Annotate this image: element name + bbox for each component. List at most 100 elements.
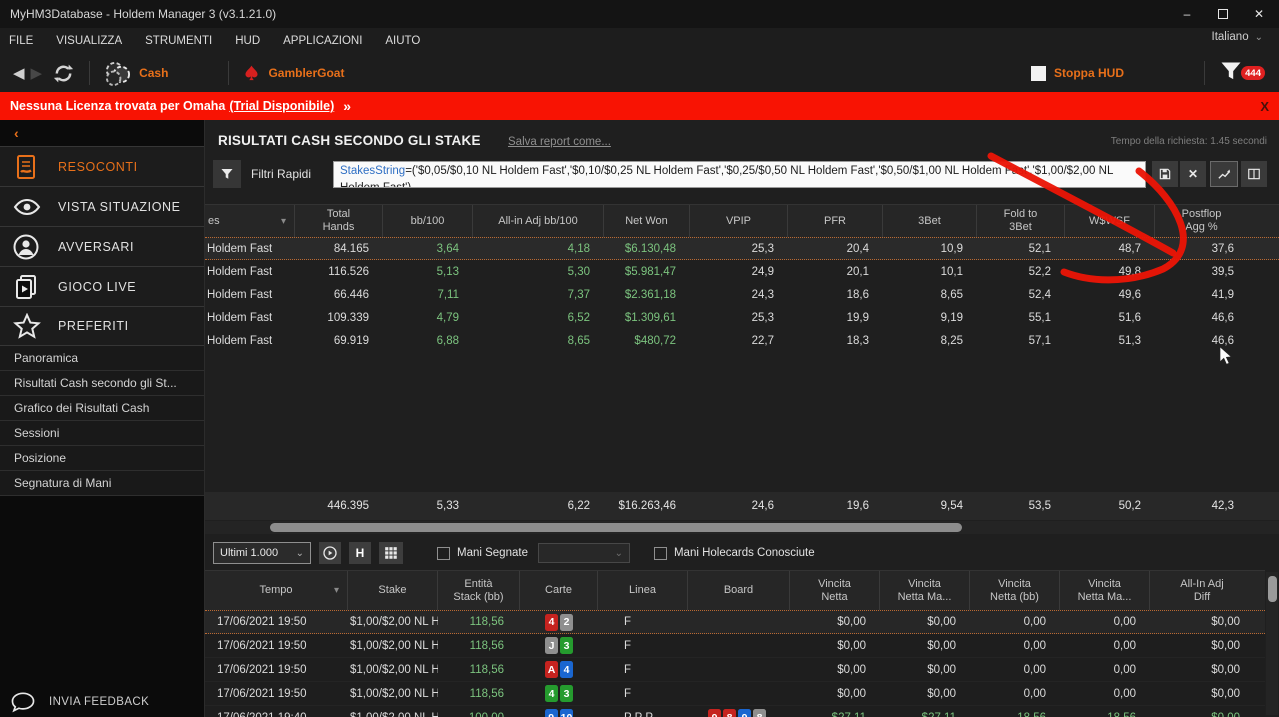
table-row[interactable]: 17/06/2021 19:40$1,00/$2,00 NL H100,0091… bbox=[205, 706, 1265, 717]
marked-hands-checkbox[interactable] bbox=[437, 547, 450, 560]
known-holecards-checkbox[interactable] bbox=[654, 547, 667, 560]
send-feedback-button[interactable]: INVIA FEEDBACK bbox=[0, 686, 204, 717]
stop-hud-button[interactable]: Stoppa HUD bbox=[1031, 66, 1124, 81]
column-header[interactable]: es▾ bbox=[205, 205, 295, 237]
player-selector[interactable]: GamblerGoat bbox=[243, 64, 344, 82]
column-header[interactable]: All-in Adj bb/100 bbox=[473, 205, 604, 237]
summary-cell: 6,22 bbox=[473, 500, 604, 512]
forward-button[interactable]: ▶ bbox=[31, 64, 43, 82]
column-header[interactable]: Vincita Netta Ma... bbox=[1060, 571, 1150, 610]
menu-hud[interactable]: HUD bbox=[235, 35, 260, 47]
session-type-button[interactable]: Cash bbox=[104, 60, 168, 87]
column-header[interactable]: Total Hands bbox=[295, 205, 383, 237]
column-header[interactable]: bb/100 bbox=[383, 205, 473, 237]
column-header[interactable]: Carte bbox=[520, 571, 598, 610]
line-cell: F bbox=[598, 616, 688, 628]
column-header[interactable]: Vincita Netta (bb) bbox=[970, 571, 1060, 610]
column-header[interactable]: All-In Adj Diff bbox=[1150, 571, 1254, 610]
column-header[interactable]: Vincita Netta bbox=[790, 571, 880, 610]
banner-close-button[interactable]: X bbox=[1260, 99, 1269, 114]
column-header[interactable]: Vincita Netta Ma... bbox=[880, 571, 970, 610]
quick-filters-button[interactable] bbox=[213, 160, 241, 188]
language-selector[interactable]: Italiano ⌄ bbox=[1212, 31, 1263, 43]
sidebar-item-preferiti[interactable]: PREFERITI bbox=[0, 306, 204, 346]
sidebar-item-avversari[interactable]: AVVERSARI bbox=[0, 226, 204, 266]
money-cell: 18,56 bbox=[1060, 712, 1150, 717]
report-item-segnatura-di-mani[interactable]: Segnatura di Mani bbox=[0, 471, 204, 496]
money-cell: $0,00 bbox=[880, 616, 970, 628]
playing-card: 3 bbox=[560, 685, 573, 702]
scrollbar-thumb[interactable] bbox=[270, 523, 962, 532]
active-filters-button[interactable]: 444 bbox=[1219, 59, 1265, 87]
table-row[interactable]: Holdem Fast66.4467,117,37$2.361,1824,318… bbox=[205, 283, 1279, 306]
replay-button[interactable] bbox=[319, 542, 341, 564]
hands-table-body: 17/06/2021 19:50$1,00/$2,00 NL H118,5642… bbox=[205, 610, 1265, 717]
column-header[interactable]: PFR bbox=[788, 205, 883, 237]
stat-cell: 18,3 bbox=[788, 335, 883, 347]
stack-cell: 100,00 bbox=[438, 712, 520, 717]
toolbar-separator bbox=[1204, 61, 1205, 85]
back-button[interactable]: ◀ bbox=[13, 64, 25, 82]
report-item-sessioni[interactable]: Sessioni bbox=[0, 421, 204, 446]
stakes-filter-input[interactable]: StakesString=('$0,05/$0,10 NL Holdem Fas… bbox=[333, 161, 1146, 188]
marked-hands-select[interactable]: ⌄ bbox=[538, 543, 630, 563]
sidebar-item-resoconti[interactable]: RESOCONTI bbox=[0, 146, 204, 186]
column-header[interactable]: VPIP bbox=[690, 205, 788, 237]
hud-toggle-button[interactable]: H bbox=[349, 542, 371, 564]
trial-link[interactable]: (Trial Disponibile) bbox=[229, 99, 334, 113]
stat-cell: 84.165 bbox=[295, 243, 383, 255]
playing-card: 8 bbox=[753, 709, 766, 717]
scrollbar-thumb[interactable] bbox=[1268, 576, 1277, 602]
column-header[interactable]: Stake bbox=[348, 571, 438, 610]
table-row[interactable]: Holdem Fast116.5265,135,30$5.981,4724,92… bbox=[205, 260, 1279, 283]
banner-message: Nessuna Licenza trovata per Omaha bbox=[10, 99, 225, 113]
last-hands-select[interactable]: Ultimi 1.000 ⌄ bbox=[213, 542, 311, 564]
table-row[interactable]: 17/06/2021 19:50$1,00/$2,00 NL H118,5642… bbox=[205, 610, 1265, 634]
menu-file[interactable]: FILE bbox=[9, 35, 33, 47]
report-item-grafico-dei-risultati-cash[interactable]: Grafico dei Risultati Cash bbox=[0, 396, 204, 421]
column-header[interactable]: Tempo▾ bbox=[205, 571, 348, 610]
sidebar-collapse-button[interactable]: ‹ bbox=[0, 120, 204, 146]
sidebar-item-vista-situazione[interactable]: VISTA SITUAZIONE bbox=[0, 186, 204, 226]
column-header[interactable]: W$WSF bbox=[1065, 205, 1155, 237]
menu-visualizza[interactable]: VISUALIZZA bbox=[56, 35, 122, 47]
report-item-risultati-cash-secondo-gli-st-[interactable]: Risultati Cash secondo gli St... bbox=[0, 371, 204, 396]
chart-view-button[interactable] bbox=[1210, 161, 1238, 187]
column-header[interactable]: Postflop Agg % bbox=[1155, 205, 1248, 237]
save-report-link[interactable]: Salva report come... bbox=[508, 136, 611, 148]
maximize-button[interactable] bbox=[1209, 3, 1237, 25]
page-title: RISULTATI CASH SECONDO GLI STAKE bbox=[218, 133, 481, 148]
table-row[interactable]: Holdem Fast109.3394,796,52$1.309,6125,31… bbox=[205, 306, 1279, 329]
menu-applicazioni[interactable]: APPLICAZIONI bbox=[283, 35, 362, 47]
menu-strumenti[interactable]: STRUMENTI bbox=[145, 35, 212, 47]
refresh-button[interactable] bbox=[52, 62, 75, 85]
filter-value: =('$0,05/$0,10 NL Holdem Fast','$0,10/$0… bbox=[405, 165, 1113, 177]
column-header[interactable]: Net Won bbox=[604, 205, 690, 237]
save-filter-button[interactable] bbox=[1152, 161, 1178, 187]
columns-layout-button[interactable] bbox=[1241, 161, 1267, 187]
column-header[interactable]: Fold to 3Bet bbox=[977, 205, 1065, 237]
minimize-button[interactable]: – bbox=[1173, 3, 1201, 25]
horizontal-scrollbar[interactable] bbox=[205, 521, 1279, 534]
table-row[interactable]: Holdem Fast69.9196,888,65$480,7222,718,3… bbox=[205, 329, 1279, 352]
column-header[interactable]: Entità Stack (bb) bbox=[438, 571, 520, 610]
stat-cell: 7,37 bbox=[473, 289, 604, 301]
column-header[interactable]: Linea bbox=[598, 571, 688, 610]
table-row[interactable]: 17/06/2021 19:50$1,00/$2,00 NL H118,56A4… bbox=[205, 658, 1265, 682]
clear-filter-button[interactable]: ✕ bbox=[1180, 161, 1206, 187]
vertical-scrollbar[interactable] bbox=[1266, 572, 1278, 715]
close-button[interactable]: ✕ bbox=[1245, 3, 1273, 25]
report-item-posizione[interactable]: Posizione bbox=[0, 446, 204, 471]
menu-aiuto[interactable]: AIUTO bbox=[385, 35, 420, 47]
column-header[interactable]: 3Bet bbox=[883, 205, 977, 237]
chevron-down-icon: ⌄ bbox=[615, 548, 623, 559]
report-item-panoramica[interactable]: Panoramica bbox=[0, 346, 204, 371]
summary-cell: 53,5 bbox=[977, 500, 1065, 512]
table-row[interactable]: 17/06/2021 19:50$1,00/$2,00 NL H118,56J3… bbox=[205, 634, 1265, 658]
column-header[interactable]: Board bbox=[688, 571, 790, 610]
grid-view-button[interactable] bbox=[379, 542, 403, 564]
table-row[interactable]: Holdem Fast84.1653,644,18$6.130,4825,320… bbox=[205, 237, 1279, 260]
time-cell: 17/06/2021 19:50 bbox=[205, 664, 348, 676]
sidebar-item-gioco-live[interactable]: GIOCO LIVE bbox=[0, 266, 204, 306]
table-row[interactable]: 17/06/2021 19:50$1,00/$2,00 NL H118,5643… bbox=[205, 682, 1265, 706]
